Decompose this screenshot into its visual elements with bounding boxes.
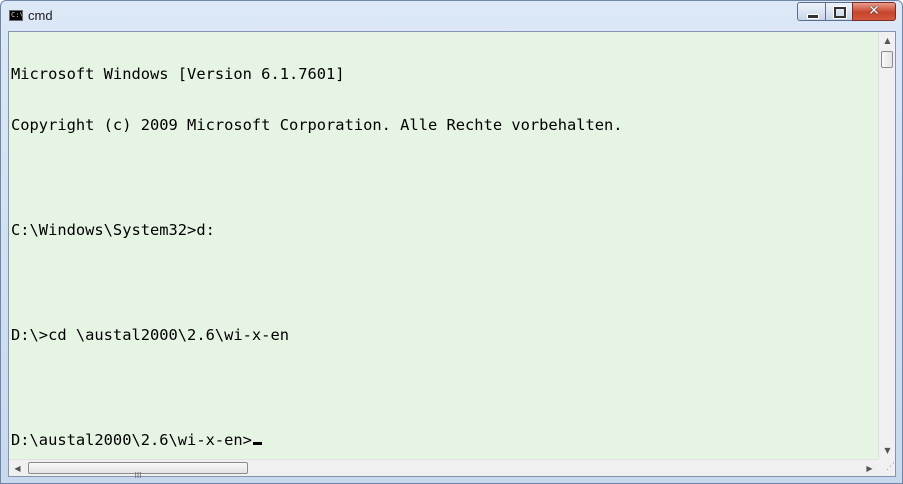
horizontal-scrollbar[interactable]: ◀ III ▶	[9, 459, 878, 480]
maximize-icon	[833, 6, 847, 19]
text-cursor	[252, 442, 262, 445]
thumb-grip-icon: III	[134, 471, 142, 480]
horizontal-scroll-thumb[interactable]: III	[28, 462, 248, 480]
scroll-right-button[interactable]: ▶	[861, 460, 878, 477]
cmd-window: C:\ cmd ✕ Microsoft Windows [Version 6.1…	[0, 0, 903, 484]
console-prompt: D:\austal2000\2.6\wi-x-en>	[11, 431, 252, 449]
title-bar[interactable]: C:\ cmd ✕	[1, 1, 902, 31]
console-line: Copyright (c) 2009 Microsoft Corporation…	[11, 116, 623, 134]
resize-grip-icon[interactable]: ⋰	[878, 459, 895, 476]
console-text: Microsoft Windows [Version 6.1.7601] Cop…	[11, 32, 623, 459]
scroll-left-button[interactable]: ◀	[9, 460, 26, 477]
minimize-button[interactable]	[797, 2, 825, 21]
scroll-down-button[interactable]: ▼	[879, 442, 896, 459]
close-button[interactable]: ✕	[852, 2, 896, 21]
window-controls: ✕	[797, 2, 896, 21]
console-client-area: Microsoft Windows [Version 6.1.7601] Cop…	[8, 31, 896, 480]
console-line: C:\Windows\System32>d:	[11, 221, 215, 239]
console-line: D:\>cd \austal2000\2.6\wi-x-en	[11, 326, 289, 344]
close-icon: ✕	[868, 3, 880, 19]
console-line: Microsoft Windows [Version 6.1.7601]	[11, 65, 345, 83]
console-prompt-line[interactable]: D:\austal2000\2.6\wi-x-en>	[11, 432, 623, 449]
window-title: cmd	[28, 8, 53, 23]
vertical-scroll-thumb[interactable]	[881, 51, 893, 68]
console-output[interactable]: Microsoft Windows [Version 6.1.7601] Cop…	[9, 32, 878, 459]
scroll-up-button[interactable]: ▲	[879, 32, 896, 49]
maximize-button[interactable]	[825, 2, 852, 21]
console-icon[interactable]: C:\	[9, 10, 23, 21]
vertical-scrollbar[interactable]: ▲ ▼	[878, 32, 895, 459]
minimize-icon	[807, 14, 819, 19]
